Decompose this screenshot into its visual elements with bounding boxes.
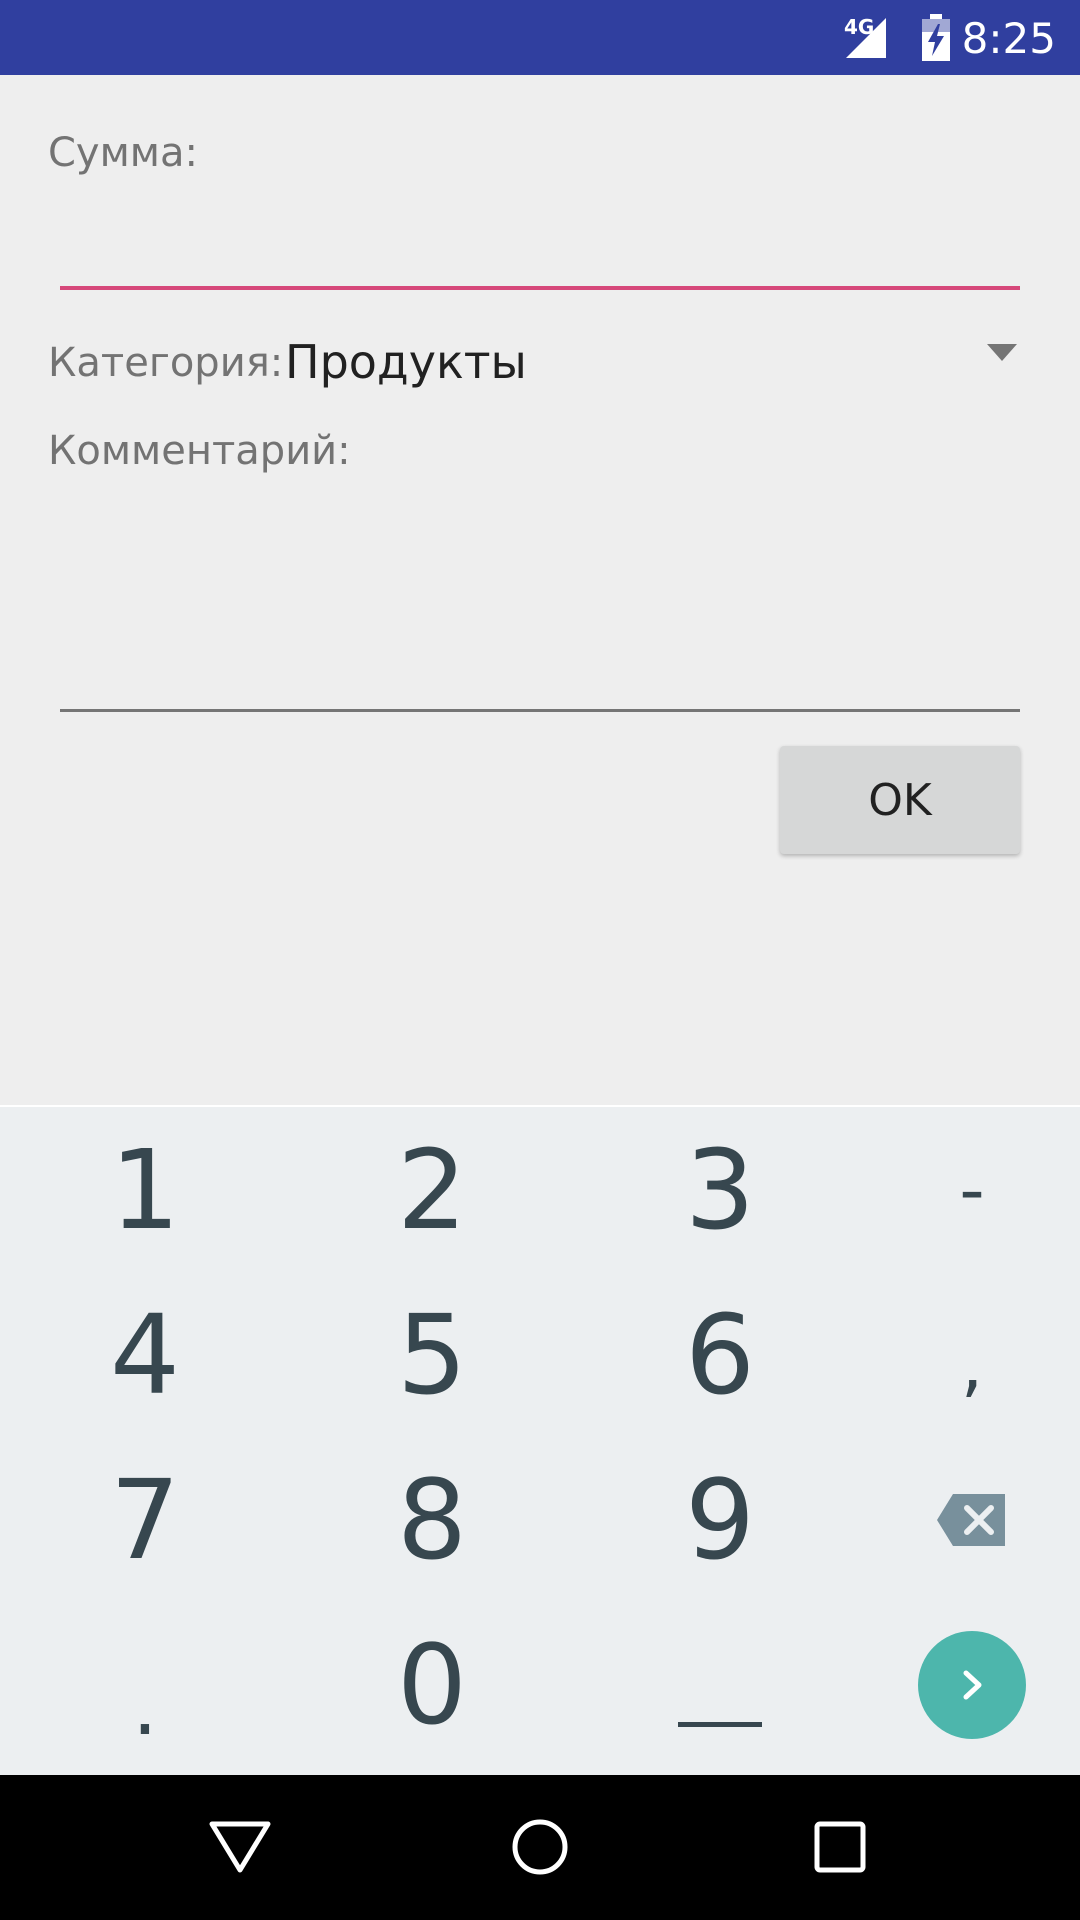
navigation-bar	[0, 1775, 1080, 1920]
recents-button[interactable]	[790, 1797, 890, 1897]
home-circle-icon	[512, 1819, 568, 1875]
status-bar: 4G 8:25	[0, 0, 1080, 75]
status-clock: 8:25	[961, 14, 1056, 63]
amount-input[interactable]	[60, 170, 1020, 290]
category-value[interactable]: Продукты	[285, 335, 527, 389]
recents-square-icon	[814, 1821, 866, 1873]
go-arrow-icon	[918, 1630, 1026, 1739]
backspace-key[interactable]	[837, 1437, 1080, 1602]
backspace-icon	[937, 1493, 1005, 1546]
key-3[interactable]: 3	[585, 1107, 855, 1272]
battery-charging-icon	[920, 14, 952, 62]
key-2[interactable]: 2	[297, 1107, 567, 1272]
signal-4g-icon: 4G	[842, 14, 898, 62]
network-type-text: 4G	[844, 15, 874, 39]
key-8[interactable]: 8	[297, 1437, 567, 1602]
key-6[interactable]: 6	[585, 1272, 855, 1437]
key-period[interactable]: .	[10, 1602, 280, 1767]
key-minus[interactable]: -	[837, 1107, 1080, 1272]
numeric-keyboard: 1 2 3 - 4 5 6 , 7 8 9 . 0	[0, 1105, 1080, 1775]
key-5[interactable]: 5	[297, 1272, 567, 1437]
key-4[interactable]: 4	[10, 1272, 280, 1437]
key-1[interactable]: 1	[10, 1107, 280, 1272]
back-button[interactable]	[190, 1797, 290, 1897]
key-comma[interactable]: ,	[837, 1272, 1080, 1437]
go-button[interactable]	[837, 1602, 1080, 1767]
key-7[interactable]: 7	[10, 1437, 280, 1602]
ok-button[interactable]: OK	[780, 746, 1020, 854]
dropdown-arrow-icon[interactable]	[987, 344, 1017, 361]
key-9[interactable]: 9	[585, 1437, 855, 1602]
home-button[interactable]	[490, 1797, 590, 1897]
space-key[interactable]	[585, 1602, 855, 1767]
back-triangle-icon	[209, 1821, 271, 1873]
space-bar-icon	[678, 1722, 762, 1727]
comment-label: Комментарий:	[48, 428, 351, 474]
comment-input[interactable]	[60, 480, 1020, 712]
category-label: Категория:	[48, 340, 284, 386]
key-0[interactable]: 0	[297, 1602, 567, 1767]
